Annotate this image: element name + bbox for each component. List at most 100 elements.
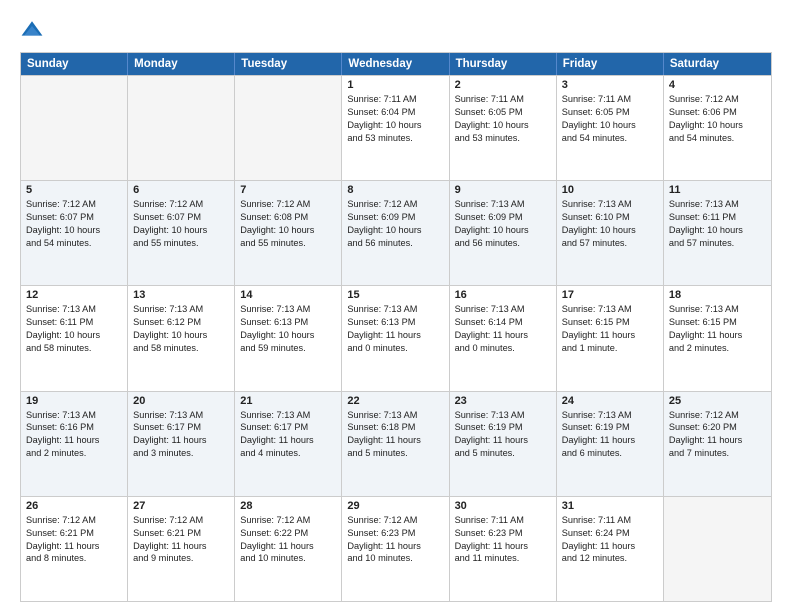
cell-line: Sunrise: 7:13 AM — [240, 303, 336, 316]
calendar-body: 1Sunrise: 7:11 AMSunset: 6:04 PMDaylight… — [21, 75, 771, 601]
cell-line: Sunset: 6:14 PM — [455, 316, 551, 329]
cell-line: Sunset: 6:23 PM — [455, 527, 551, 540]
calendar-cell: 26Sunrise: 7:12 AMSunset: 6:21 PMDayligh… — [21, 497, 128, 601]
cell-line: and 55 minutes. — [133, 237, 229, 250]
cell-line: Daylight: 10 hours — [26, 329, 122, 342]
calendar-cell: 21Sunrise: 7:13 AMSunset: 6:17 PMDayligh… — [235, 392, 342, 496]
cell-line: Sunset: 6:22 PM — [240, 527, 336, 540]
cell-line: Sunset: 6:09 PM — [455, 211, 551, 224]
cell-line: Sunset: 6:17 PM — [133, 421, 229, 434]
calendar-cell: 14Sunrise: 7:13 AMSunset: 6:13 PMDayligh… — [235, 286, 342, 390]
day-number: 6 — [133, 184, 229, 196]
calendar: SundayMondayTuesdayWednesdayThursdayFrid… — [20, 52, 772, 602]
cell-line: Daylight: 10 hours — [562, 119, 658, 132]
day-number: 10 — [562, 184, 658, 196]
cell-line: and 57 minutes. — [562, 237, 658, 250]
calendar-cell: 5Sunrise: 7:12 AMSunset: 6:07 PMDaylight… — [21, 181, 128, 285]
cell-line: Sunrise: 7:13 AM — [347, 409, 443, 422]
cell-line: Daylight: 11 hours — [133, 540, 229, 553]
cell-line: Sunset: 6:21 PM — [133, 527, 229, 540]
calendar-cell: 1Sunrise: 7:11 AMSunset: 6:04 PMDaylight… — [342, 76, 449, 180]
cell-line: Sunset: 6:18 PM — [347, 421, 443, 434]
calendar-cell: 25Sunrise: 7:12 AMSunset: 6:20 PMDayligh… — [664, 392, 771, 496]
cell-line: and 7 minutes. — [669, 447, 766, 460]
calendar-cell: 28Sunrise: 7:12 AMSunset: 6:22 PMDayligh… — [235, 497, 342, 601]
calendar-cell: 9Sunrise: 7:13 AMSunset: 6:09 PMDaylight… — [450, 181, 557, 285]
cell-line: Sunrise: 7:13 AM — [455, 198, 551, 211]
cell-line: and 0 minutes. — [347, 342, 443, 355]
day-number: 12 — [26, 289, 122, 301]
calendar-cell: 11 Sunrise: 7:13 AMSunset: 6:11 PMDayligh… — [664, 181, 771, 285]
cell-line: Daylight: 10 hours — [347, 224, 443, 237]
cell-line: Daylight: 11 hours — [347, 329, 443, 342]
cell-line: and 9 minutes. — [133, 552, 229, 565]
cell-line: Daylight: 11 hours — [562, 540, 658, 553]
cell-line: Sunrise: 7:11 AM — [562, 93, 658, 106]
day-number: 14 — [240, 289, 336, 301]
calendar-cell: 17Sunrise: 7:13 AMSunset: 6:15 PMDayligh… — [557, 286, 664, 390]
day-number: 4 — [669, 79, 766, 91]
day-number: 11 — [669, 184, 766, 196]
cell-line: Daylight: 11 hours — [669, 329, 766, 342]
calendar-cell — [664, 497, 771, 601]
cell-line: and 5 minutes. — [347, 447, 443, 460]
cell-line: and 53 minutes. — [347, 132, 443, 145]
cell-line: Sunset: 6:05 PM — [562, 106, 658, 119]
cell-line: and 0 minutes. — [455, 342, 551, 355]
cell-line: Daylight: 11 hours — [455, 329, 551, 342]
cell-line: Sunrise: 7:13 AM — [562, 198, 658, 211]
cell-line: and 58 minutes. — [26, 342, 122, 355]
cell-line: Daylight: 11 hours — [240, 540, 336, 553]
cell-line: Sunrise: 7:13 AM — [455, 303, 551, 316]
cell-line: Sunrise: 7:12 AM — [669, 93, 766, 106]
cell-line: Daylight: 11 hours — [347, 434, 443, 447]
calendar-cell: 18Sunrise: 7:13 AMSunset: 6:15 PMDayligh… — [664, 286, 771, 390]
cell-line: Daylight: 11 hours — [347, 540, 443, 553]
day-number: 13 — [133, 289, 229, 301]
cell-line: and 5 minutes. — [455, 447, 551, 460]
cell-line: Sunset: 6:11 PM — [669, 211, 766, 224]
cell-line: Sunrise: 7:12 AM — [133, 514, 229, 527]
calendar-cell: 20Sunrise: 7:13 AMSunset: 6:17 PMDayligh… — [128, 392, 235, 496]
cell-line: Sunrise: 7:12 AM — [26, 198, 122, 211]
cell-line: Sunset: 6:09 PM — [347, 211, 443, 224]
cell-line: Daylight: 10 hours — [669, 224, 766, 237]
cell-line: Sunrise: 7:11 AM — [455, 93, 551, 106]
day-number: 30 — [455, 500, 551, 512]
day-number: 19 — [26, 395, 122, 407]
calendar-row: 26Sunrise: 7:12 AMSunset: 6:21 PMDayligh… — [21, 496, 771, 601]
cell-line: Sunrise: 7:13 AM — [669, 198, 766, 211]
calendar-cell: 7Sunrise: 7:12 AMSunset: 6:08 PMDaylight… — [235, 181, 342, 285]
cell-line: Sunset: 6:15 PM — [669, 316, 766, 329]
weekday-header: Tuesday — [235, 53, 342, 75]
calendar-row: 12Sunrise: 7:13 AMSunset: 6:11 PMDayligh… — [21, 285, 771, 390]
cell-line: Sunset: 6:19 PM — [562, 421, 658, 434]
day-number: 5 — [26, 184, 122, 196]
logo-icon — [20, 18, 44, 42]
cell-line: Sunrise: 7:12 AM — [26, 514, 122, 527]
cell-line: and 10 minutes. — [240, 552, 336, 565]
calendar-cell: 4Sunrise: 7:12 AMSunset: 6:06 PMDaylight… — [664, 76, 771, 180]
cell-line: Sunset: 6:08 PM — [240, 211, 336, 224]
cell-line: and 55 minutes. — [240, 237, 336, 250]
cell-line: Sunset: 6:21 PM — [26, 527, 122, 540]
cell-line: Sunset: 6:17 PM — [240, 421, 336, 434]
cell-line: and 54 minutes. — [26, 237, 122, 250]
day-number: 24 — [562, 395, 658, 407]
cell-line: Daylight: 11 hours — [562, 434, 658, 447]
calendar-cell: 6Sunrise: 7:12 AMSunset: 6:07 PMDaylight… — [128, 181, 235, 285]
day-number: 16 — [455, 289, 551, 301]
cell-line: Sunrise: 7:11 AM — [562, 514, 658, 527]
day-number: 23 — [455, 395, 551, 407]
cell-line: Sunset: 6:07 PM — [133, 211, 229, 224]
cell-line: and 8 minutes. — [26, 552, 122, 565]
weekday-header: Saturday — [664, 53, 771, 75]
cell-line: Sunset: 6:07 PM — [26, 211, 122, 224]
cell-line: Sunset: 6:13 PM — [240, 316, 336, 329]
day-number: 22 — [347, 395, 443, 407]
day-number: 21 — [240, 395, 336, 407]
cell-line: Daylight: 11 hours — [240, 434, 336, 447]
cell-line: Sunset: 6:05 PM — [455, 106, 551, 119]
cell-line: Sunrise: 7:13 AM — [562, 303, 658, 316]
day-number: 15 — [347, 289, 443, 301]
